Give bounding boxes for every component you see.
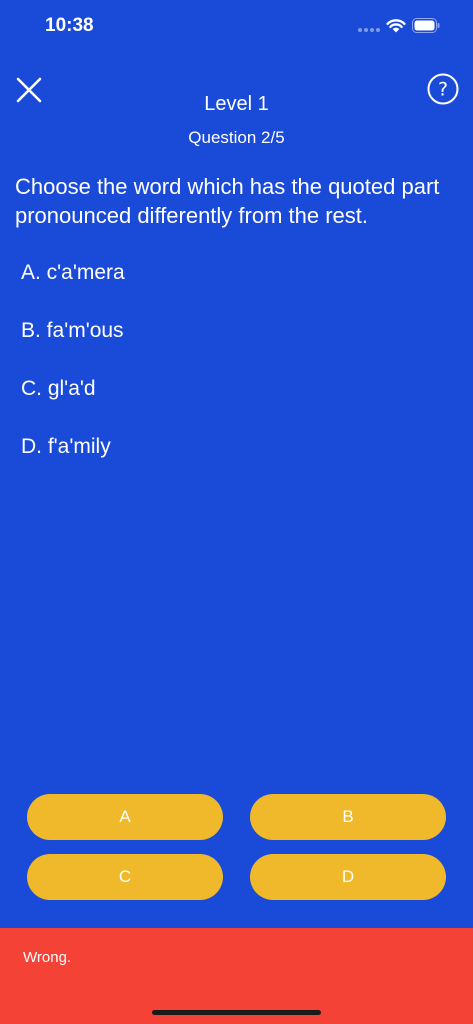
answer-d-button[interactable]: D bbox=[250, 854, 446, 900]
quiz-screen: 10:38 ? Level 1 Question 2/5 Choose the … bbox=[0, 0, 473, 1024]
option-b: B. fa'm'ous bbox=[21, 319, 124, 342]
answer-c-button[interactable]: C bbox=[27, 854, 223, 900]
cellular-signal-icon bbox=[358, 28, 380, 32]
option-list: A. c'a'mera B. fa'm'ous C. gl'a'd D. f'a… bbox=[21, 258, 441, 490]
home-indicator[interactable] bbox=[152, 1010, 321, 1015]
feedback-message: Wrong. bbox=[23, 949, 72, 966]
level-title: Level 1 bbox=[204, 93, 269, 115]
question-counter: Question 2/5 bbox=[188, 128, 285, 147]
status-time: 10:38 bbox=[45, 15, 94, 36]
feedback-bar: Wrong. bbox=[0, 928, 473, 1024]
option-c: C. gl'a'd bbox=[21, 377, 96, 400]
wifi-icon bbox=[386, 19, 406, 33]
answer-a-button[interactable]: A bbox=[27, 794, 223, 840]
answer-b-button[interactable]: B bbox=[250, 794, 446, 840]
option-d: D. f'a'mily bbox=[21, 435, 111, 458]
option-a: A. c'a'mera bbox=[21, 261, 125, 284]
question-text: Choose the word which has the quoted par… bbox=[15, 174, 440, 228]
battery-icon bbox=[412, 18, 440, 33]
